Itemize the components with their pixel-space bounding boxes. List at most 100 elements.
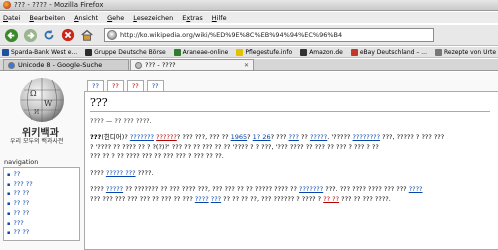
navigation-link[interactable]: ?? ??	[7, 199, 76, 209]
url-bar[interactable]: http://ko.wikipedia.org/wiki/%ED%9E%8C%E…	[104, 28, 434, 42]
stop-button[interactable]	[60, 27, 76, 43]
reload-icon	[44, 29, 54, 40]
bookmark-label: eBay Deutschland – ...	[359, 48, 427, 56]
content-tabs: ????????	[87, 80, 167, 91]
bookmark-label: Amazon.de	[309, 48, 343, 56]
article-link[interactable]: ?????	[310, 133, 327, 141]
article-link[interactable]: 1965	[231, 133, 248, 141]
bookmark-favicon-icon	[236, 48, 244, 56]
article-text: ????.	[135, 168, 154, 177]
wikipedia-favicon-icon	[107, 30, 117, 40]
navigation-link[interactable]: ?? ??	[7, 228, 76, 238]
navigation-link[interactable]: ?? ??	[7, 209, 76, 219]
article-text: ?? ??????? ?? ??? ???? ???, ??? ??? ?? ?…	[123, 185, 300, 193]
bookmark-label: Sparda-Bank West e...	[11, 48, 78, 56]
bookmark-favicon-icon	[434, 48, 442, 56]
article-text: ? ??? ???, ??? ??	[176, 133, 231, 141]
article-paragraph-3: ??? ?? ? ?? ???? ??? ?? ??? ??? ? ??? ??…	[90, 152, 224, 160]
bookmark-item[interactable]: Pflegestufe.info	[236, 48, 292, 56]
tab-label: ??? - ????	[145, 61, 176, 69]
bookmark-favicon-icon	[350, 48, 358, 56]
bookmark-item[interactable]: Rezepte von Urte	[434, 48, 497, 56]
navigation-link[interactable]: ???	[7, 219, 76, 229]
article-text: (힌디어)	[101, 133, 125, 141]
navigation-link[interactable]: ??	[7, 170, 76, 180]
home-button[interactable]	[79, 27, 95, 43]
navigation-link[interactable]: ?? ??	[7, 189, 76, 199]
firefox-icon	[3, 1, 11, 9]
forward-arrow-icon	[23, 28, 37, 42]
navigation-link[interactable]: ??? ??	[7, 180, 76, 190]
bookmark-label: Gruppe Deutsche Börse	[94, 48, 166, 56]
google-favicon-icon	[8, 61, 15, 69]
navigation-heading: navigation	[4, 158, 39, 166]
bookmarks-toolbar: Sparda-Bank West e... Gruppe Deutsche Bör…	[0, 47, 498, 58]
article-link[interactable]: ????	[409, 185, 423, 193]
tab-bar: Unicode 8 - Google-Suche ??? - ???? ✕	[0, 59, 498, 71]
article-text: ? ???	[270, 133, 289, 141]
article-paragraph-6: ??? ??? ??? ??? ??? ?? ??? ?? ??? ???? ?…	[90, 195, 498, 205]
menu-item-text: ilfe	[216, 13, 227, 22]
stop-icon	[61, 28, 75, 42]
bookmark-favicon-icon	[85, 48, 93, 56]
menu-item[interactable]: Ansicht	[74, 14, 98, 22]
browser-tab[interactable]: ??? - ???? ✕	[130, 59, 254, 70]
window-title: ??? - ???? - Mozilla Firefox	[14, 1, 104, 9]
window-titlebar: ??? - ???? - Mozilla Firefox	[0, 0, 498, 11]
menu-item[interactable]: Gehe	[107, 14, 124, 22]
home-icon	[81, 29, 93, 41]
wikipedia-logo[interactable]: Ω W И 위키백과 우리 모두의 백과사전	[8, 76, 78, 146]
browser-tab[interactable]: Unicode 8 - Google-Suche	[3, 59, 129, 70]
article-link[interactable]: ????????	[352, 133, 380, 141]
article-link[interactable]: ???????	[130, 133, 154, 141]
wikipedia-globe-icon: Ω W И	[20, 78, 64, 122]
content-tab[interactable]: ??	[106, 80, 124, 91]
content-tab[interactable]: ??	[126, 80, 144, 91]
url-text[interactable]: http://ko.wikipedia.org/wiki/%ED%9E%8C%E…	[120, 31, 342, 39]
wikipedia-favicon-icon	[135, 61, 142, 69]
menu-item-text: nsicht	[78, 13, 99, 22]
menu-bar: Datei Bearbeiten Ansicht Gehe Lesezeichen Ext…	[0, 12, 498, 23]
article-link[interactable]: ????	[195, 195, 209, 203]
forward-button[interactable]	[22, 27, 38, 43]
tab-close-icon[interactable]: ✕	[244, 62, 249, 69]
back-button[interactable]	[3, 27, 19, 43]
bookmark-favicon-icon	[300, 48, 308, 56]
svg-text:Ω: Ω	[30, 89, 37, 98]
bookmark-item[interactable]: Sparda-Bank West e...	[2, 48, 78, 56]
article-redlink[interactable]: ??????	[156, 133, 177, 141]
content-tab[interactable]: ??	[87, 80, 104, 91]
article-paragraph-2: ? '???? ?? ???? ?? ? ?(?)?' ??? ?? ?? ??…	[90, 142, 379, 151]
article-link[interactable]: 1? 26	[253, 133, 271, 141]
svg-text:И: И	[34, 109, 39, 116]
menu-item[interactable]: Extras	[182, 14, 203, 22]
bookmark-favicon-icon	[2, 48, 9, 56]
article-text: ???, ????? ? ??? ???	[380, 133, 445, 141]
article-link[interactable]: ???????	[299, 185, 323, 193]
menu-item[interactable]: Datei	[3, 14, 20, 22]
article-text: ?? ?? ?? ??, ??? ?????? ? ???? ?	[221, 194, 324, 203]
article-body: ??? ???? — ?? ??? ????. ??? (힌디어) ? ??????…	[84, 91, 498, 250]
menu-item[interactable]: Bearbeiten	[29, 14, 65, 22]
article-text: ????	[90, 168, 106, 177]
bookmark-label: Rezepte von Urte	[443, 48, 497, 56]
reload-button[interactable]	[41, 27, 57, 43]
bookmark-item[interactable]: Amazon.de	[300, 48, 343, 56]
svg-text:W: W	[44, 99, 53, 108]
menu-item[interactable]: Hilfe	[212, 14, 227, 22]
article-paragraph-4: ???? ????? ??? ????.	[90, 169, 498, 179]
article-subtitle: ???? — ?? ??? ????.	[90, 117, 152, 125]
navigation-portlet: navigation ????? ???? ???? ???? ??????? …	[3, 158, 80, 241]
menu-item[interactable]: Lesezeichen	[133, 14, 173, 22]
article-link[interactable]: ???	[289, 133, 299, 141]
article-redlink[interactable]: ?? ??	[323, 195, 339, 203]
article-link[interactable]: ?????	[106, 185, 123, 193]
page-content: Ω W И 위키백과 우리 모두의 백과사전 navigation ????? …	[0, 72, 498, 250]
article-link[interactable]: ???	[211, 195, 221, 203]
bookmark-item[interactable]: Araneae-online	[173, 48, 228, 56]
menu-item-text: atei	[8, 13, 21, 22]
bookmark-item[interactable]: eBay Deutschland – ...	[350, 48, 427, 56]
content-tab[interactable]: ??	[146, 80, 164, 91]
bookmark-item[interactable]: Gruppe Deutsche Börse	[85, 48, 166, 56]
article-link[interactable]: ????? ???	[106, 169, 136, 177]
